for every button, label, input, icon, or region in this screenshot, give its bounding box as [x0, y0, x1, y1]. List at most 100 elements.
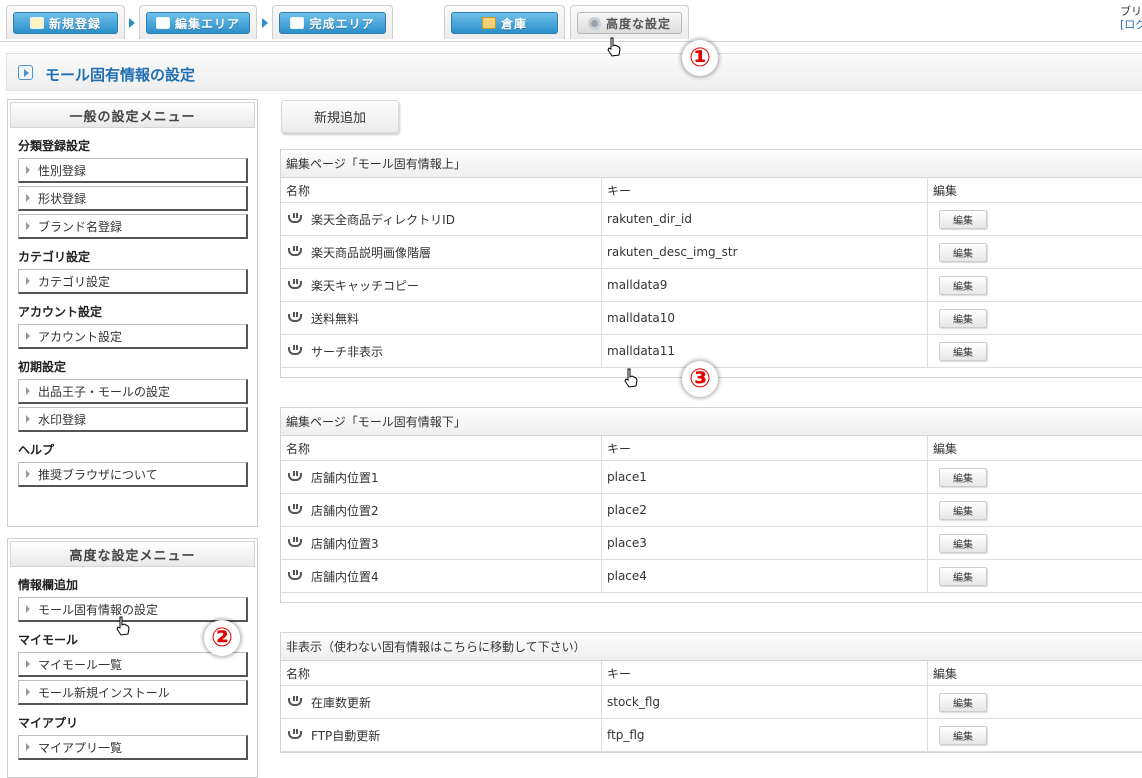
row-key: rakuten_desc_img_str	[602, 236, 928, 268]
edit-button[interactable]: 編集	[939, 341, 987, 361]
annotation-badge-3: ③	[682, 361, 718, 397]
table-row[interactable]: 送料無料 malldata10 編集	[281, 302, 1142, 335]
user-links[interactable]: ブリリ [ログ	[1120, 5, 1142, 31]
edit-button[interactable]: 編集	[939, 308, 987, 328]
row-name: 店舗内位置4	[311, 569, 379, 584]
drag-handle-icon[interactable]	[288, 312, 302, 322]
tab-completed-area-button[interactable]: 完成エリア	[279, 12, 386, 34]
row-name: 店舗内位置3	[311, 536, 379, 551]
edit-button[interactable]: 編集	[939, 725, 987, 745]
edit-button[interactable]: 編集	[939, 242, 987, 262]
advanced-settings-menu: 高度な設定メニュー 情報欄追加 モール固有情報の設定 マイモール マイモール一覧…	[7, 538, 258, 778]
edit-button[interactable]: 編集	[939, 566, 987, 586]
column-header-edit: 編集	[933, 441, 958, 456]
menu-item-mall-install[interactable]: モール新規インストール	[18, 680, 248, 705]
menu-item-watermark[interactable]: 水印登録	[18, 407, 248, 432]
menu-item-my-mall-list[interactable]: マイモール一覧	[18, 652, 248, 677]
tab-edit-area-button[interactable]: 編集エリア	[146, 12, 250, 34]
table-row[interactable]: FTP自動更新 ftp_flg 編集	[281, 719, 1142, 752]
column-header-key: キー	[602, 178, 928, 202]
drag-handle-icon[interactable]	[288, 537, 302, 547]
menu-item-shape[interactable]: 形状登録	[18, 186, 248, 211]
tab-edit-area[interactable]: 編集エリア	[139, 5, 257, 39]
drag-handle-icon[interactable]	[288, 246, 302, 256]
list-icon	[155, 17, 170, 29]
drag-handle-icon[interactable]	[288, 696, 302, 706]
row-key: malldata9	[602, 269, 928, 301]
table-row[interactable]: 楽天全商品ディレクトリID rakuten_dir_id 編集	[281, 203, 1142, 236]
tab-advanced-settings[interactable]: 高度な設定	[570, 5, 689, 39]
chevron-right-icon	[129, 18, 135, 28]
edit-button[interactable]: 編集	[939, 500, 987, 520]
drag-handle-icon[interactable]	[288, 213, 302, 223]
drag-handle-icon[interactable]	[288, 345, 302, 355]
tab-new-registration-button[interactable]: 新規登録	[13, 12, 118, 34]
table-row[interactable]: 店舗内位置1 place1 編集	[281, 461, 1142, 494]
table-row[interactable]: 楽天商品説明画像階層 rakuten_desc_img_str 編集	[281, 236, 1142, 269]
panel-upper-info: 編集ページ「モール固有情報上」 名称 キー 編集 楽天全商品ディレクトリID r…	[280, 149, 1142, 378]
menu-section-title: マイアプリ	[18, 716, 79, 730]
tab-label: 編集エリア	[174, 16, 240, 31]
chevron-right-icon	[262, 18, 268, 28]
tab-warehouse[interactable]: 倉庫	[444, 5, 565, 39]
top-navigation: 新規登録 編集エリア 完成エリア 倉庫 高度な設定 ブリリ [ログ	[0, 0, 1142, 42]
table-row[interactable]: 在庫数更新 stock_flg 編集	[281, 686, 1142, 719]
table-row[interactable]: 店舗内位置3 place3 編集	[281, 527, 1142, 560]
gear-icon	[587, 16, 601, 30]
menu-item-category[interactable]: カテゴリ設定	[18, 269, 248, 294]
menu-section-title: 分類登録設定	[18, 139, 91, 153]
row-name: 楽天キャッチコピー	[311, 278, 420, 293]
page-title: モール固有情報の設定	[45, 66, 196, 84]
menu-item-gender[interactable]: 性別登録	[18, 158, 248, 183]
table-row[interactable]: 店舗内位置2 place2 編集	[281, 494, 1142, 527]
row-key: malldata10	[602, 302, 928, 334]
edit-button[interactable]: 編集	[939, 209, 987, 229]
row-key: rakuten_dir_id	[602, 203, 928, 235]
hand-cursor-icon	[116, 616, 130, 636]
menu-item-account[interactable]: アカウント設定	[18, 324, 248, 349]
drag-handle-icon[interactable]	[288, 471, 302, 481]
menu-item-brand[interactable]: ブランド名登録	[18, 214, 248, 239]
row-name: 楽天全商品ディレクトリID	[311, 212, 455, 227]
tab-new-registration[interactable]: 新規登録	[6, 5, 125, 39]
drag-handle-icon[interactable]	[288, 729, 302, 739]
menu-section-title: カテゴリ設定	[18, 250, 91, 264]
drag-handle-icon[interactable]	[288, 504, 302, 514]
drag-handle-icon[interactable]	[288, 279, 302, 289]
tab-warehouse-button[interactable]: 倉庫	[451, 12, 558, 34]
hand-cursor-icon	[624, 368, 638, 388]
edit-button[interactable]: 編集	[939, 533, 987, 553]
play-icon	[18, 65, 33, 80]
pencil-icon	[29, 17, 44, 29]
row-name: FTP自動更新	[311, 728, 381, 743]
row-key: place2	[602, 494, 928, 526]
panel-title: 編集ページ「モール固有情報上」	[281, 150, 1142, 178]
table-row[interactable]: サーチ非表示 malldata11 編集	[281, 335, 1142, 368]
menu-item-mall-info[interactable]: モール固有情報の設定	[18, 597, 248, 622]
add-new-button[interactable]: 新規追加	[281, 100, 399, 133]
menu-item-my-app-list[interactable]: マイアプリ一覧	[18, 735, 248, 760]
row-key: place1	[602, 461, 928, 493]
edit-button[interactable]: 編集	[939, 467, 987, 487]
logout-link[interactable]: [ログ	[1120, 18, 1142, 31]
row-key: ftp_flg	[602, 719, 928, 751]
column-header-key: キー	[602, 436, 928, 460]
tab-completed-area[interactable]: 完成エリア	[272, 5, 393, 39]
row-key: place4	[602, 560, 928, 592]
edit-button[interactable]: 編集	[939, 692, 987, 712]
table-row[interactable]: 店舗内位置4 place4 編集	[281, 560, 1142, 593]
tab-label: 高度な設定	[605, 16, 671, 31]
table-header: 名称 キー 編集	[281, 436, 1142, 461]
page-header: モール固有情報の設定	[6, 53, 1142, 91]
tab-label: 倉庫	[500, 16, 527, 31]
drag-handle-icon[interactable]	[288, 570, 302, 580]
menu-item-mall-settings[interactable]: 出品王子・モールの設定	[18, 379, 248, 404]
menu-item-browser[interactable]: 推奨ブラウザについて	[18, 462, 248, 487]
menu-title: 一般の設定メニュー	[10, 102, 255, 128]
tab-advanced-settings-button[interactable]: 高度な設定	[577, 12, 682, 34]
annotation-badge-2: ②	[204, 620, 240, 656]
table-header: 名称 キー 編集	[281, 661, 1142, 686]
edit-button[interactable]: 編集	[939, 275, 987, 295]
table-row[interactable]: 楽天キャッチコピー malldata9 編集	[281, 269, 1142, 302]
menu-section-title: ヘルプ	[18, 443, 55, 457]
